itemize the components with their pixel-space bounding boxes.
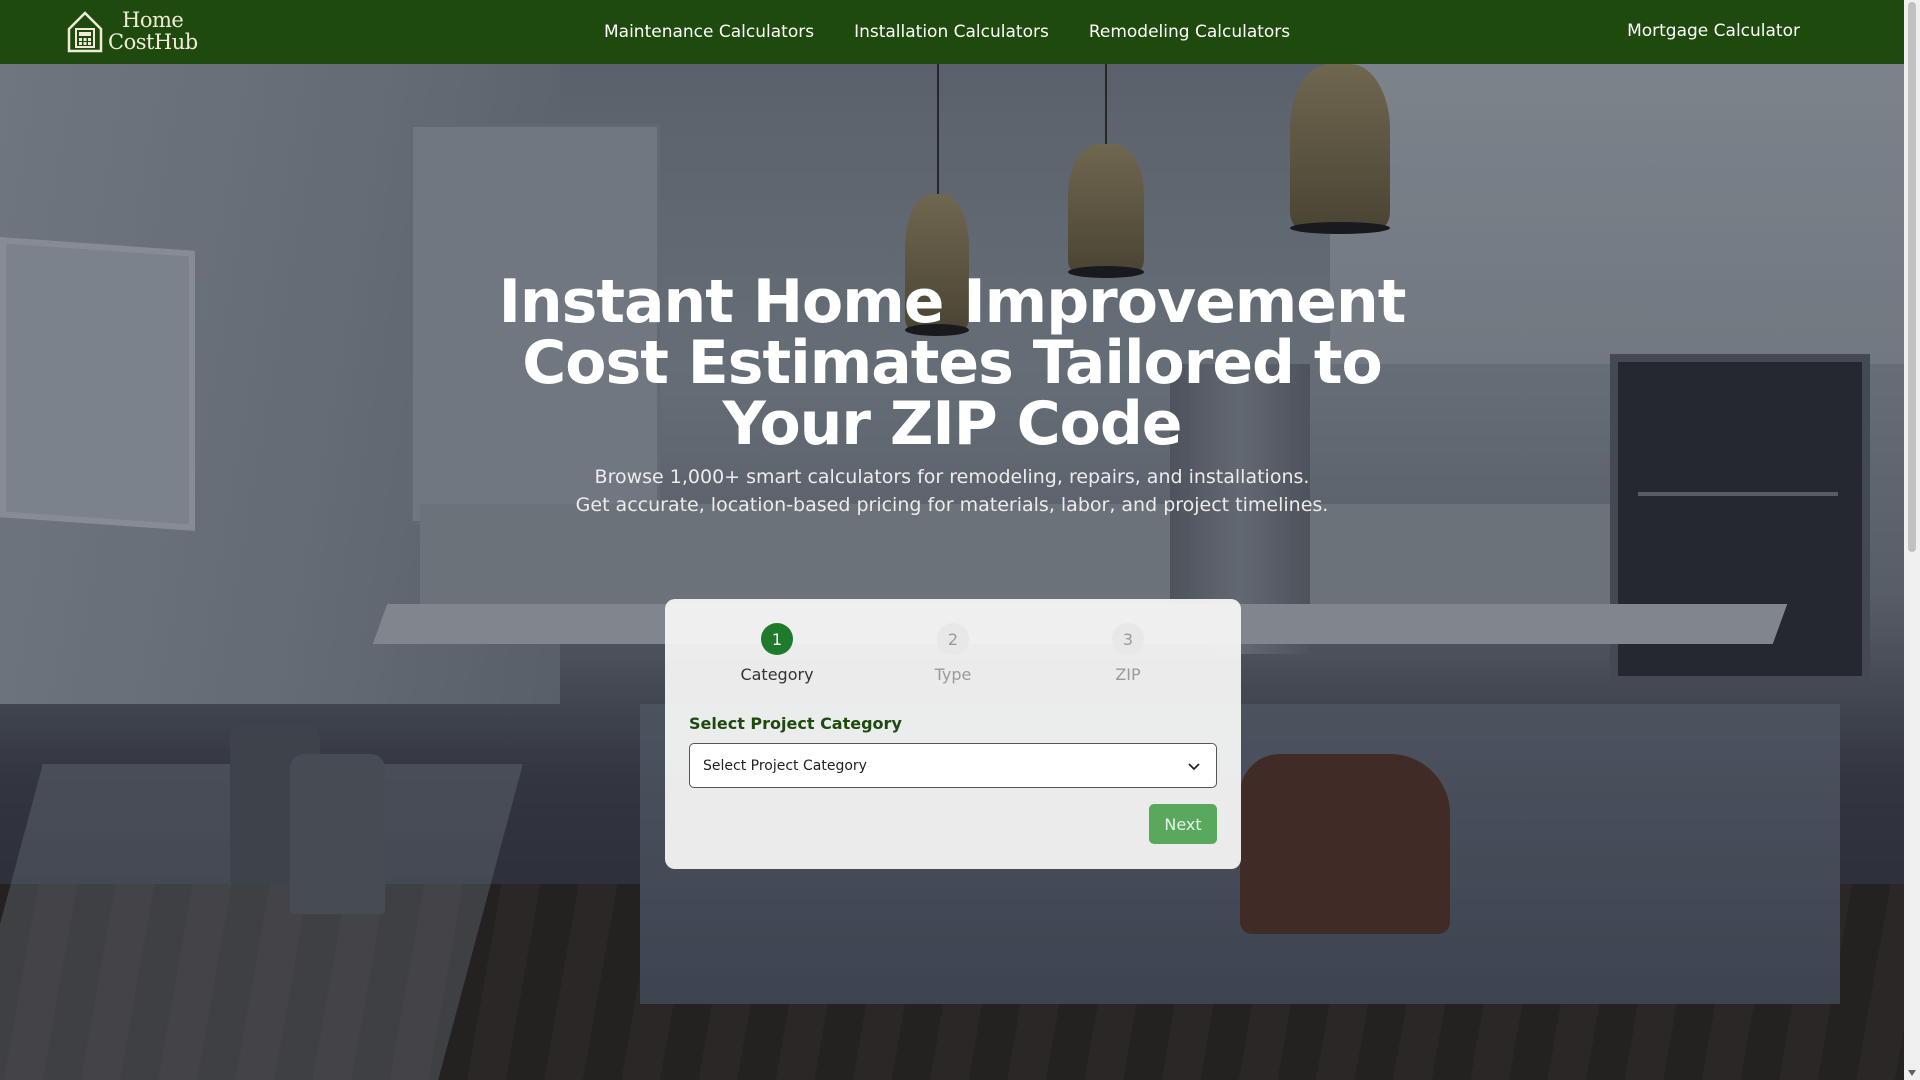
nav-remodeling-calculators[interactable]: Remodeling Calculators <box>1089 22 1290 42</box>
hero-headline: Instant Home Improvement Cost Estimates … <box>498 267 1407 459</box>
step-number: 1 <box>761 623 793 655</box>
hero-subtext: Browse 1,000+ smart calculators for remo… <box>452 463 1452 519</box>
nav-installation-calculators[interactable]: Installation Calculators <box>854 22 1049 42</box>
chevron-down-icon <box>1188 763 1200 771</box>
logo-line2: CostHub <box>108 30 198 54</box>
house-calculator-icon <box>67 11 103 53</box>
step-category: 1 Category <box>717 623 837 684</box>
estimate-wizard-card: 1 Category 2 Type 3 ZIP Select Project C… <box>665 599 1241 869</box>
wizard-steps: 1 Category 2 Type 3 ZIP <box>665 623 1241 693</box>
project-category-select[interactable]: Select Project Category <box>689 743 1217 788</box>
hero-subtext-line2: Get accurate, location-based pricing for… <box>575 494 1329 516</box>
step-number: 3 <box>1112 623 1144 655</box>
hero-section <box>0 64 1904 1080</box>
logo-text: Home CostHub <box>108 9 198 53</box>
scrollbar-thumb[interactable] <box>1908 2 1916 552</box>
site-header: Home CostHub Maintenance Calculators Ins… <box>0 0 1904 64</box>
step-label: ZIP <box>1115 665 1141 684</box>
page-scrollbar[interactable] <box>1904 0 1920 1080</box>
project-category-label: Select Project Category <box>689 714 902 733</box>
step-type: 2 Type <box>893 623 1013 684</box>
step-label: Type <box>934 665 972 684</box>
hero-overlay <box>0 64 1904 1080</box>
logo-line1: Home <box>122 8 184 32</box>
hero-subtext-line1: Browse 1,000+ smart calculators for remo… <box>594 466 1310 488</box>
site-logo[interactable]: Home CostHub <box>66 8 198 54</box>
main-nav: Maintenance Calculators Installation Cal… <box>604 0 1290 64</box>
nav-maintenance-calculators[interactable]: Maintenance Calculators <box>604 22 814 42</box>
scroll-down-arrow-icon[interactable] <box>1908 1070 1916 1076</box>
step-zip: 3 ZIP <box>1068 623 1188 684</box>
step-number: 2 <box>937 623 969 655</box>
next-button[interactable]: Next <box>1149 804 1217 844</box>
nav-mortgage-calculator[interactable]: Mortgage Calculator <box>1627 21 1800 41</box>
step-label: Category <box>740 665 814 684</box>
project-category-value: Select Project Category <box>703 757 867 774</box>
